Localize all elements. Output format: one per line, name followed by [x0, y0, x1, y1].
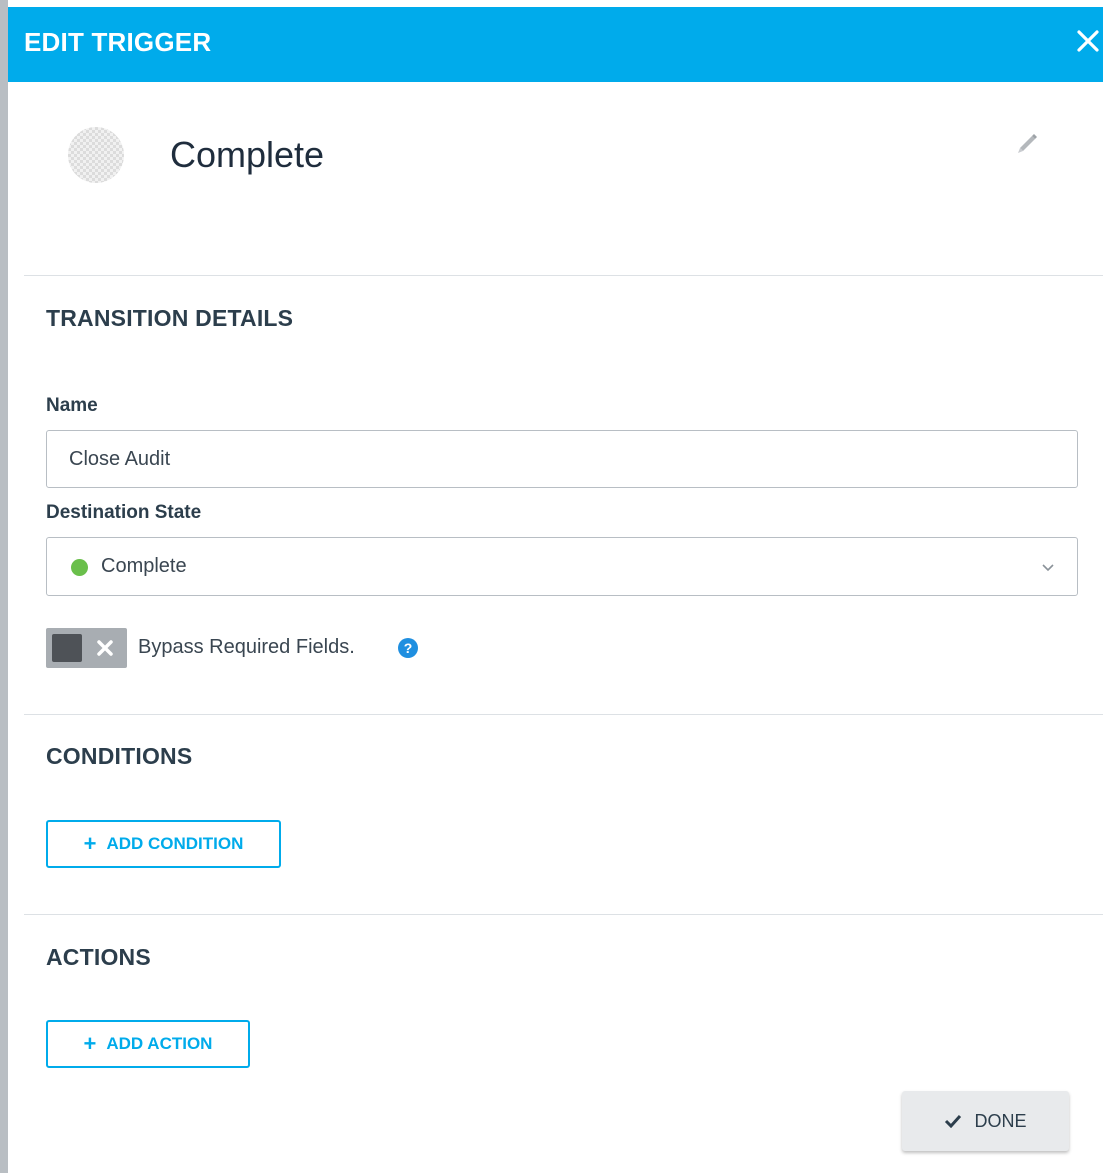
destination-state-label: Destination State [46, 502, 202, 523]
close-button[interactable] [1077, 23, 1103, 59]
plus-icon: + [83, 1031, 97, 1056]
toggle-knob [52, 634, 82, 662]
bypass-required-fields-toggle[interactable] [46, 628, 127, 668]
add-action-button[interactable]: + ADD ACTION [46, 1020, 250, 1068]
actions-heading: ACTIONS [46, 944, 151, 970]
help-icon[interactable]: ? [398, 638, 418, 658]
edit-trigger-panel: EDIT TRIGGER Complete TRANSITION DETAILS… [8, 0, 1103, 1173]
section-divider [24, 914, 1103, 915]
destination-state-value: Complete [101, 555, 187, 577]
chevron-down-icon [1042, 564, 1054, 572]
section-divider [24, 714, 1103, 715]
add-condition-button[interactable]: + ADD CONDITION [46, 820, 281, 868]
name-input[interactable] [46, 430, 1078, 488]
transition-details-heading: TRANSITION DETAILS [46, 305, 294, 331]
conditions-heading: CONDITIONS [46, 743, 193, 769]
destination-state-select[interactable]: Complete [46, 537, 1078, 596]
toggle-off-icon [97, 640, 113, 656]
pencil-icon [1018, 134, 1037, 153]
checkmark-icon [945, 1114, 962, 1128]
bypass-required-fields-label: Bypass Required Fields. [138, 636, 355, 658]
section-divider [24, 275, 1103, 276]
done-button[interactable]: DONE [902, 1091, 1069, 1151]
edit-button[interactable] [1014, 130, 1040, 156]
close-icon [1077, 30, 1099, 52]
add-action-label: ADD ACTION [106, 1034, 213, 1053]
record-avatar [68, 127, 124, 183]
panel-title: EDIT TRIGGER [24, 27, 212, 57]
record-title: Complete [170, 134, 325, 175]
window-edge [0, 0, 8, 1173]
status-dot-icon [71, 559, 88, 576]
plus-icon: + [83, 831, 97, 856]
name-label: Name [46, 395, 98, 416]
panel-header: EDIT TRIGGER [8, 7, 1103, 82]
done-label: DONE [974, 1110, 1027, 1131]
add-condition-label: ADD CONDITION [106, 834, 244, 853]
